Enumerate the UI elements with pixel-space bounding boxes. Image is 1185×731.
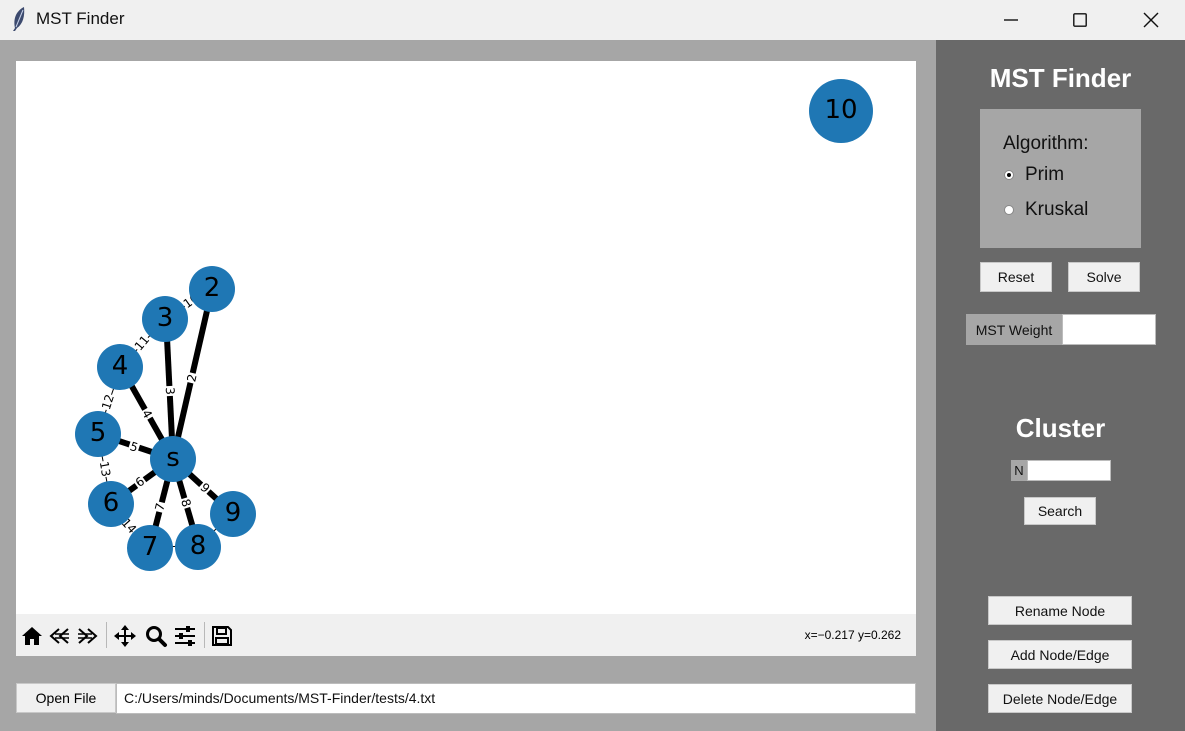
cluster-n-label: N — [1011, 460, 1027, 481]
toolbar-separator — [204, 622, 205, 648]
cluster-n-field[interactable] — [1027, 460, 1111, 481]
delete-node-edge-button[interactable]: Delete Node/Edge — [988, 684, 1132, 713]
graph-node[interactable]: 8 — [175, 524, 221, 570]
reset-button[interactable]: Reset — [980, 262, 1052, 292]
zoom-icon[interactable] — [144, 624, 168, 648]
radio-label: Prim — [1025, 164, 1065, 185]
home-icon[interactable] — [20, 624, 44, 648]
forward-icon[interactable] — [75, 624, 99, 648]
minimize-icon — [1004, 19, 1018, 21]
svg-text:7: 7 — [142, 532, 159, 562]
svg-text:s: s — [166, 443, 180, 473]
plot-toolbar: x=−0.217 y=0.262 — [16, 614, 916, 656]
save-icon[interactable] — [210, 624, 234, 648]
file-path-field[interactable]: C:/Users/minds/Documents/MST-Finder/test… — [116, 683, 916, 714]
maximize-icon — [1073, 13, 1087, 27]
svg-text:9: 9 — [225, 498, 242, 528]
panel-title: MST Finder — [989, 63, 1132, 93]
toolbar-separator — [106, 622, 107, 648]
graph-plot[interactable]: 10 11 2 3 12 4 5 13 6 9 7 8 14 10 2 3 4 … — [16, 61, 916, 614]
minimize-button[interactable] — [988, 0, 1034, 40]
configure-subplots-icon[interactable] — [173, 624, 197, 648]
algorithm-group: Algorithm: Prim Kruskal — [980, 109, 1141, 248]
cursor-coordinates: x=−0.217 y=0.262 — [804, 628, 901, 642]
title-bar: MST Finder — [0, 0, 1185, 40]
graph-node[interactable]: 7 — [127, 525, 173, 571]
open-file-button[interactable]: Open File — [16, 683, 116, 713]
edge-label: 12 — [99, 393, 117, 412]
mst-weight-field[interactable] — [1062, 314, 1156, 345]
svg-text:6: 6 — [103, 488, 120, 518]
graph-node[interactable]: 9 — [210, 491, 256, 537]
solve-button[interactable]: Solve — [1068, 262, 1140, 292]
feather-icon — [13, 7, 25, 31]
graph-node[interactable]: 4 — [97, 344, 143, 390]
svg-text:2: 2 — [204, 273, 221, 303]
control-panel: MST Finder Algorithm: Prim Kruskal Reset… — [936, 40, 1185, 731]
graph-node[interactable]: 3 — [142, 296, 188, 342]
graph-node[interactable]: 2 — [189, 266, 235, 312]
svg-text:10: 10 — [824, 95, 857, 125]
edge-label: 3 — [163, 387, 177, 395]
svg-text:4: 4 — [112, 351, 129, 381]
window-title: MST Finder — [36, 9, 125, 28]
add-node-edge-button[interactable]: Add Node/Edge — [988, 640, 1132, 669]
graph-node[interactable]: 6 — [88, 481, 134, 527]
close-icon — [1143, 12, 1159, 28]
search-button[interactable]: Search — [1024, 497, 1096, 525]
algorithm-label: Algorithm: — [1003, 133, 1089, 154]
graph-canvas[interactable]: 10 11 2 3 12 4 5 13 6 9 7 8 14 10 2 3 4 … — [16, 61, 916, 614]
back-icon[interactable] — [48, 624, 72, 648]
edge-label: 8 — [178, 497, 194, 508]
radio-unselected-icon[interactable] — [1004, 205, 1014, 215]
cluster-title: Cluster — [1015, 413, 1106, 443]
maximize-button[interactable] — [1057, 0, 1103, 40]
edge-label: 13 — [97, 460, 113, 477]
svg-text:3: 3 — [157, 303, 174, 333]
svg-text:8: 8 — [190, 531, 207, 561]
graph-node[interactable]: s — [150, 436, 196, 482]
graph-node[interactable]: 5 — [75, 411, 121, 457]
graph-node[interactable]: 10 — [809, 79, 873, 143]
radio-kruskal[interactable]: Kruskal — [1004, 199, 1088, 221]
mst-weight-label: MST Weight — [966, 314, 1062, 345]
radio-label: Kruskal — [1025, 199, 1089, 220]
pan-icon[interactable] — [113, 624, 137, 648]
radio-prim[interactable]: Prim — [1004, 164, 1064, 186]
svg-text:5: 5 — [90, 418, 107, 448]
rename-node-button[interactable]: Rename Node — [988, 596, 1132, 625]
close-button[interactable] — [1128, 0, 1174, 40]
radio-selected-icon[interactable] — [1004, 170, 1014, 180]
